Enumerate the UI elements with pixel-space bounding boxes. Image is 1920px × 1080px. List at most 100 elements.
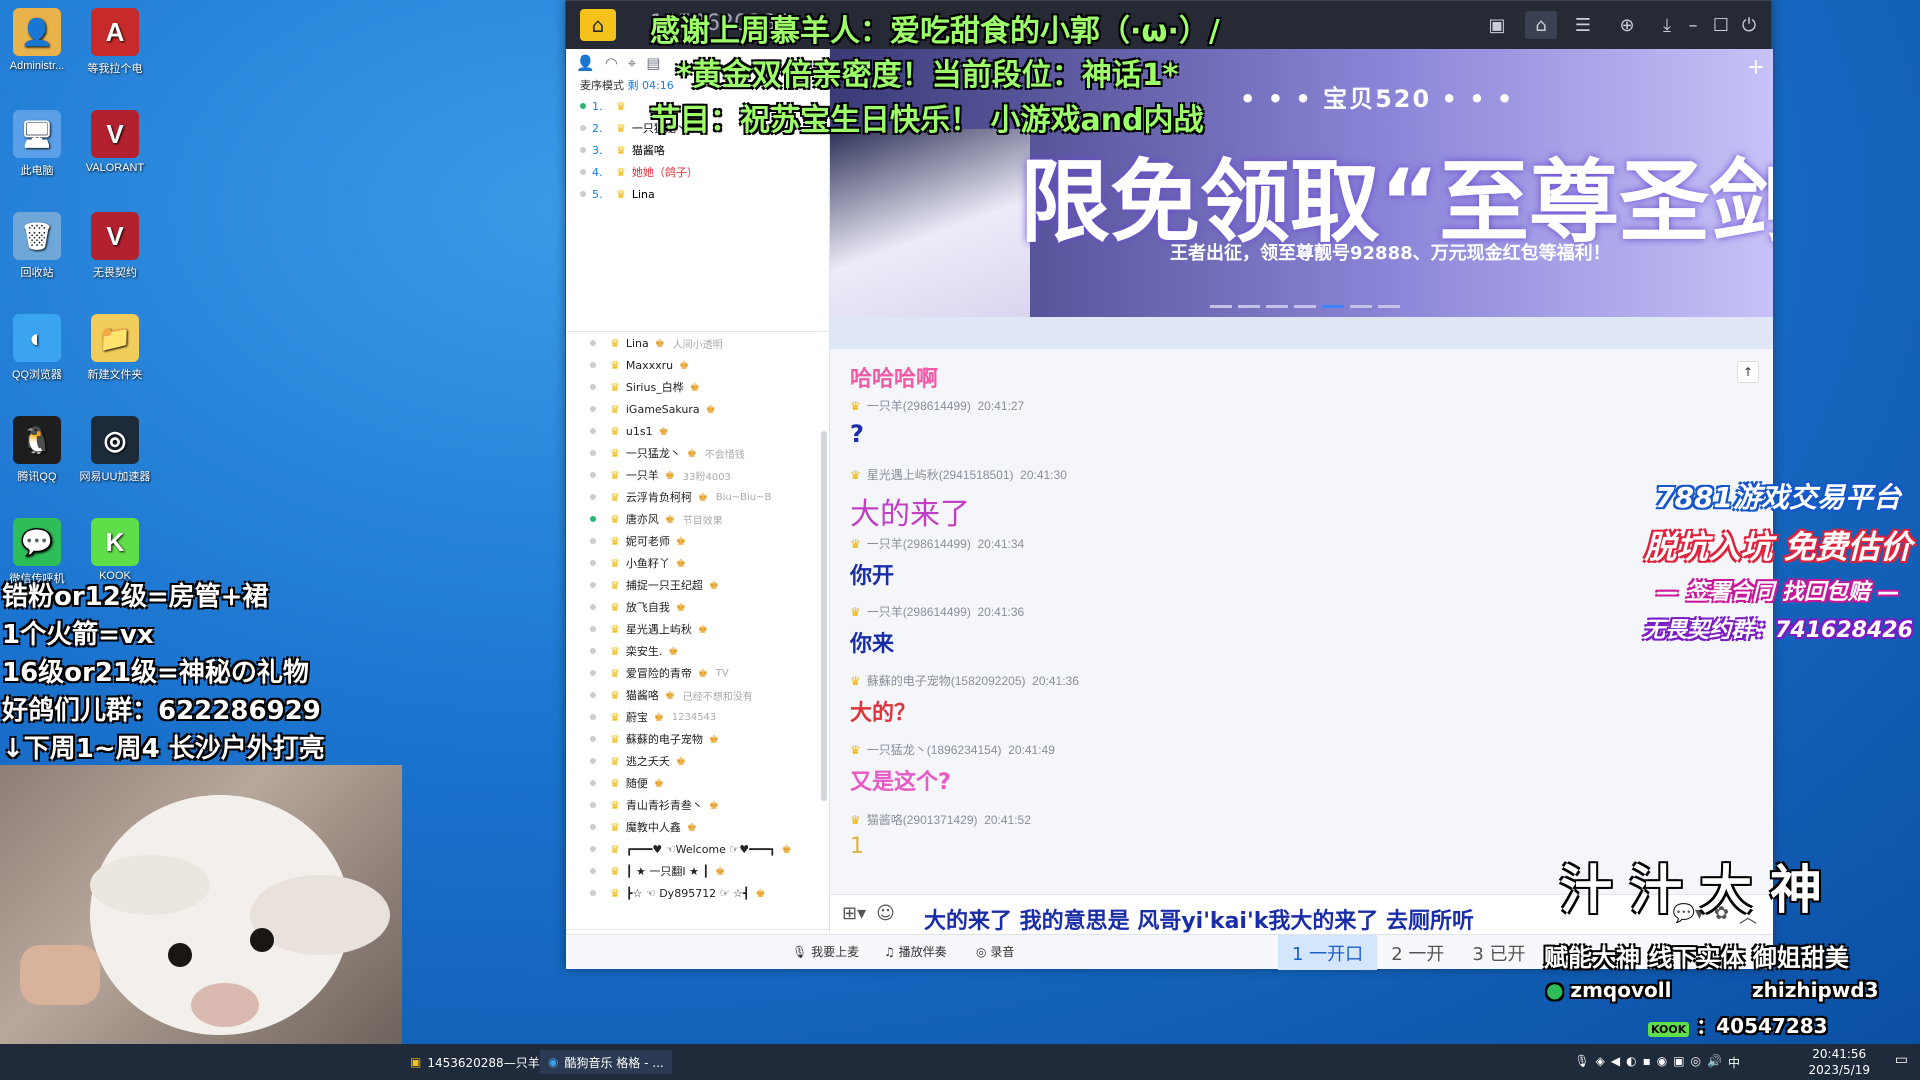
taskbar-task-voice[interactable]: ▣ 1453620288—只羊 (402, 1050, 548, 1074)
volume-icon[interactable]: 🔊 (1707, 1054, 1722, 1071)
message-user[interactable]: 蘇蘇的电子宠物(1582092205) (867, 674, 1026, 688)
member-row[interactable]: ♛ iGameSakura ♚ (566, 398, 830, 420)
member-row[interactable]: ♛ 蘇蘇的电子宠物 ♚ (566, 728, 830, 750)
message-user[interactable]: 一只羊(298614499) (867, 399, 971, 413)
banner-strip (830, 317, 1773, 349)
member-row[interactable]: ♛ 随便 ♚ (566, 772, 830, 794)
tray-icon[interactable]: ◎ (1691, 1054, 1701, 1071)
message-user[interactable]: 一只羊(298614499) (867, 537, 971, 551)
message-user[interactable]: 猫酱咯(2901371429) (867, 813, 978, 827)
clock[interactable]: 20:41:56 2023/5/19 (1808, 1046, 1870, 1078)
banner-dot[interactable] (1238, 305, 1260, 308)
member-row[interactable]: ♛ 放飞自我 ♚ (566, 596, 830, 618)
gamepad-icon[interactable]: ⊕ (1611, 11, 1643, 39)
power-icon[interactable]: ⏻ (1733, 11, 1765, 39)
member-row[interactable]: ♛ Maxxxru ♚ (566, 354, 830, 376)
member-row[interactable]: ♛ 妮可老师 ♚ (566, 530, 830, 552)
note-icon[interactable]: ▤ (646, 54, 660, 72)
message-meta: ♛ 一只羊(298614499) 20:41:34 (850, 535, 1024, 552)
video-icon[interactable]: ▣ (1481, 11, 1513, 39)
wechat-id: zmqovoll (1570, 978, 1672, 1002)
desktop-icon[interactable]: 📁 新建文件夹 (70, 314, 160, 382)
tray-icon[interactable]: ◀ (1611, 1054, 1620, 1071)
add-icon[interactable]: + (1747, 55, 1765, 80)
desktop-icon[interactable]: K KOOK (70, 518, 160, 582)
queue-row[interactable]: 5. ♛ Lina (566, 183, 829, 205)
tray-icon[interactable]: ▣ (1673, 1054, 1684, 1071)
member-row[interactable]: ♛ 逃之夭夭 ♚ (566, 750, 830, 772)
banner-dot[interactable] (1294, 305, 1316, 308)
message-time: 20:41:36 (1032, 674, 1079, 688)
level-badge-icon: ♚ (697, 666, 708, 680)
member-row[interactable]: ♛ 一只猛龙丶 ♚ 不会惜钱 (566, 442, 830, 464)
desktop-icon[interactable]: V 无畏契约 (70, 212, 160, 280)
mic-tab[interactable]: 2 一开 (1377, 935, 1458, 970)
member-row[interactable]: ♛ 栾安生. ♚ (566, 640, 830, 662)
member-row[interactable]: ♛ 捕捉一只王纪超 ♚ (566, 574, 830, 596)
notification-icon[interactable]: ▭ (1895, 1052, 1908, 1068)
queue-row[interactable]: 4. ♛ 她她（鸽子） (566, 161, 829, 183)
location-icon[interactable]: ⌖ (628, 54, 636, 72)
taskbar-task-music[interactable]: ◉ 酷狗音乐 格格 - ... (540, 1050, 672, 1074)
member-row[interactable]: ♛ 小鱼籽丫 ♚ (566, 552, 830, 574)
member-list-scrollbar[interactable] (821, 431, 827, 801)
tray-icon[interactable]: ◈ (1596, 1054, 1605, 1071)
member-row[interactable]: ♛ 青山青衫青叁丶 ♚ (566, 794, 830, 816)
message-user[interactable]: 星光遇上屿秋(2941518501) (867, 468, 1014, 482)
tray-icon[interactable]: ◉ (1657, 1054, 1667, 1071)
level-badge-icon: ♚ (675, 754, 686, 768)
message-user[interactable]: 一只羊(298614499) (867, 605, 971, 619)
member-row[interactable]: ♛ 爱冒险的青帝 ♚ TV (566, 662, 830, 684)
level-badge-icon: ♚ (675, 600, 686, 614)
desktop-icon-label: 新建文件夹 (87, 369, 143, 381)
mic-tab[interactable]: 1 一开口 (1278, 935, 1378, 970)
ime-indicator[interactable]: 中 (1728, 1054, 1740, 1071)
mic-request-button[interactable]: 🎙 我要上麦 (792, 943, 859, 960)
member-row[interactable]: ♛ u1s1 ♚ (566, 420, 830, 442)
tray-icon[interactable]: 🎙 (1574, 1054, 1589, 1071)
tray-icon[interactable]: ◐ (1626, 1054, 1636, 1071)
member-row[interactable]: ♛ Lina ♚ 人间小透明 (566, 332, 830, 354)
headset-icon[interactable]: ◠ (605, 54, 618, 72)
member-row[interactable]: ♛ Sirius_白桦 ♚ (566, 376, 830, 398)
mic-tab[interactable]: 3 已开 (1458, 935, 1539, 970)
chat-input[interactable]: 大的来了 我的意思是 风哥yi'kai'k我大的来了 去厕所听 (924, 903, 1474, 935)
home-icon[interactable]: ⌂ (580, 9, 616, 41)
banner-dot[interactable] (1350, 305, 1372, 308)
crown-icon: ♛ (610, 490, 620, 504)
streamer-signature: 汁汁大神 (1560, 861, 1841, 921)
member-row[interactable]: ♛ ┣☆ ☜ Dy895712 ☞ ☆┫ ♚ (566, 882, 830, 904)
member-list[interactable]: ♛ Lina ♚ 人间小透明 ♛ Maxxxru ♚ ♛ Sirius_白桦 ♚ ♛ iGameSak… (566, 331, 830, 931)
desktop-icon[interactable]: ◎ 网易UU加速器 (70, 416, 160, 484)
member-row[interactable]: ♛ 唐亦风 ♚ 节目效果 (566, 508, 830, 530)
member-row[interactable]: ♛ 魔教中人鑫 ♚ (566, 816, 830, 838)
member-row[interactable]: ♛ 一只羊 ♚ 33粉4003 (566, 464, 830, 486)
member-row[interactable]: ♛ ┃ ★ 一只翻I ★ ┃ ♚ (566, 860, 830, 882)
emoji-icon[interactable]: ☺ (876, 903, 895, 924)
home-tab-icon[interactable]: ⌂ (1525, 11, 1557, 39)
desktop-icon[interactable]: A 等我拉个电 (70, 8, 160, 76)
message-user[interactable]: 一只猛龙丶(1896234154) (867, 743, 1002, 757)
member-name: u1s1 (625, 424, 653, 438)
overlay-line: 好鸽们儿群：622286929 (2, 696, 321, 726)
banner-dot-active[interactable] (1322, 305, 1344, 308)
queue-row[interactable]: 3. ♛ 猫酱咯 (566, 139, 829, 161)
member-row[interactable]: ♛ 星光遇上屿秋 ♚ (566, 618, 830, 640)
banner-pagination[interactable] (1210, 305, 1400, 308)
member-row[interactable]: ♛ 猫酱咯 ♚ 已经不想和没有 (566, 684, 830, 706)
status-dot (590, 780, 596, 786)
gamepad-icon[interactable]: ⊞▾ (842, 903, 866, 924)
tray-icon[interactable]: ▪ (1643, 1054, 1651, 1071)
banner-dot[interactable] (1378, 305, 1400, 308)
record-button[interactable]: ◎ 录音 (976, 943, 1014, 960)
member-row[interactable]: ♛ 云浮肯负柯柯 ♚ Biu~Biu~B (566, 486, 830, 508)
member-row[interactable]: ♛ 蔚宝 ♚ 1234543 (566, 706, 830, 728)
desktop-icon[interactable]: V VALORANT (70, 110, 160, 174)
banner-dot[interactable] (1210, 305, 1232, 308)
banner-dot[interactable] (1266, 305, 1288, 308)
scroll-top-button[interactable]: ↑ (1737, 361, 1759, 383)
user-icon[interactable]: 👤 (576, 54, 595, 72)
member-row[interactable]: ♛ ┏━━━♥ ☜Welcome ☞♥━━━┓ ♚ (566, 838, 830, 860)
play-music-button[interactable]: ♫ 播放伴奏 (884, 943, 947, 960)
list-icon[interactable]: ☰ (1567, 11, 1599, 39)
